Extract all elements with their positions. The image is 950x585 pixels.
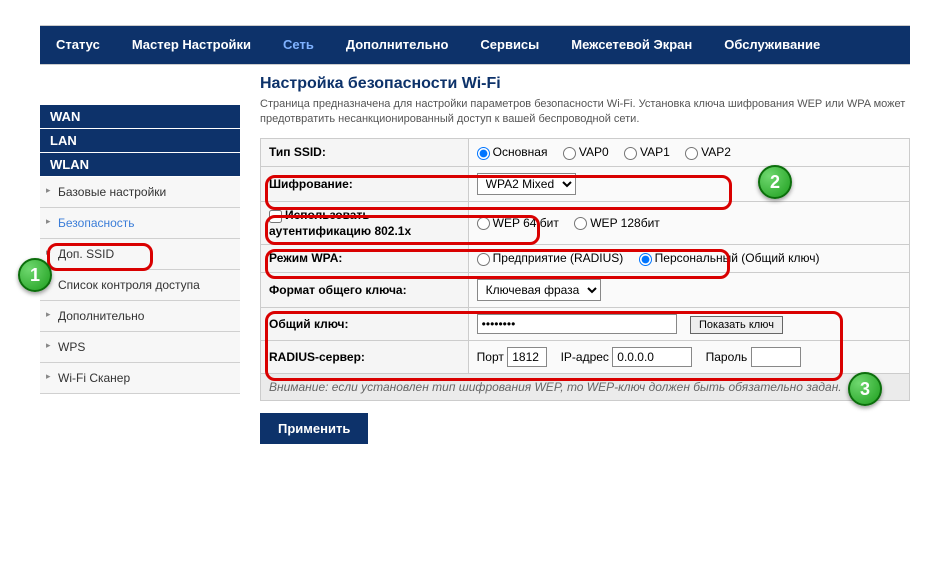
step-badge-1: 1 bbox=[18, 258, 52, 292]
wep-note: Внимание: если установлен тип шифрования… bbox=[261, 373, 910, 400]
psk-input[interactable] bbox=[477, 314, 677, 334]
radius-ip-label: IP-адрес bbox=[561, 350, 609, 364]
wpa-enterprise-radio[interactable] bbox=[477, 253, 490, 266]
wpa-personal-radio[interactable] bbox=[639, 253, 652, 266]
radius-pwd-input[interactable] bbox=[751, 347, 801, 367]
wep64-option[interactable]: WEP 64 бит bbox=[477, 216, 559, 230]
wpa-personal-option[interactable]: Персональный (Общий ключ) bbox=[639, 251, 820, 265]
step-badge-2: 2 bbox=[758, 165, 792, 199]
psk-format-label: Формат общего ключа: bbox=[261, 272, 469, 307]
sidebar-item-acl[interactable]: Список контроля доступа bbox=[40, 270, 240, 301]
psk-label: Общий ключ: bbox=[261, 307, 469, 340]
encryption-select[interactable]: WPA2 Mixed bbox=[477, 173, 576, 195]
sidebar-group-lan[interactable]: LAN bbox=[40, 129, 240, 153]
psk-format-select[interactable]: Ключевая фраза bbox=[477, 279, 601, 301]
radius-ip-input[interactable] bbox=[612, 347, 692, 367]
nav-firewall[interactable]: Межсетевой Экран bbox=[555, 25, 708, 65]
nav-status[interactable]: Статус bbox=[40, 25, 116, 65]
ssid-vap0-option[interactable]: VAP0 bbox=[563, 145, 609, 159]
main-content: Настройка безопасности Wi-Fi Страница пр… bbox=[260, 75, 910, 444]
step-badge-3: 3 bbox=[848, 372, 882, 406]
auth8021x-checkbox[interactable] bbox=[269, 210, 282, 223]
ssid-vap2-radio[interactable] bbox=[685, 147, 698, 160]
sidebar-item-adv[interactable]: Дополнительно bbox=[40, 301, 240, 332]
sidebar: WAN LAN WLAN Базовые настройки Безопасно… bbox=[40, 75, 240, 444]
wpa-mode-label: Режим WPA: bbox=[261, 244, 469, 272]
sidebar-group-wlan[interactable]: WLAN bbox=[40, 153, 240, 177]
ssid-vap1-radio[interactable] bbox=[624, 147, 637, 160]
sidebar-group-wan[interactable]: WAN bbox=[40, 105, 240, 129]
apply-button[interactable]: Применить bbox=[260, 413, 368, 444]
wep64-radio[interactable] bbox=[477, 217, 490, 230]
settings-table: Тип SSID: Основная VAP0 VAP1 VAP2 Шифров… bbox=[260, 138, 910, 401]
ssid-main-option[interactable]: Основная bbox=[477, 145, 548, 159]
nav-network[interactable]: Сеть bbox=[267, 25, 330, 65]
encryption-label: Шифрование: bbox=[261, 166, 469, 201]
nav-services[interactable]: Сервисы bbox=[464, 25, 555, 65]
ssid-vap1-option[interactable]: VAP1 bbox=[624, 145, 670, 159]
sidebar-item-addssid[interactable]: Доп. SSID bbox=[40, 239, 240, 270]
page-description: Страница предназначена для настройки пар… bbox=[260, 97, 910, 128]
radius-label: RADIUS-сервер: bbox=[261, 340, 469, 373]
nav-maintenance[interactable]: Обслуживание bbox=[708, 25, 836, 65]
radius-port-input[interactable] bbox=[507, 347, 547, 367]
sidebar-item-wps[interactable]: WPS bbox=[40, 332, 240, 363]
page-title: Настройка безопасности Wi-Fi bbox=[260, 75, 910, 93]
sidebar-item-security[interactable]: Безопасность bbox=[40, 208, 240, 239]
auth8021x-option[interactable]: Использовать аутентификацию 802.1x bbox=[269, 208, 411, 237]
ssid-vap2-option[interactable]: VAP2 bbox=[685, 145, 731, 159]
top-nav: Статус Мастер Настройки Сеть Дополнитель… bbox=[40, 25, 910, 65]
show-key-button[interactable]: Показать ключ bbox=[690, 316, 783, 334]
nav-wizard[interactable]: Мастер Настройки bbox=[116, 25, 267, 65]
radius-pwd-label: Пароль bbox=[706, 350, 748, 364]
ssid-type-label: Тип SSID: bbox=[261, 138, 469, 166]
wep128-option[interactable]: WEP 128бит bbox=[574, 216, 660, 230]
ssid-main-radio[interactable] bbox=[477, 147, 490, 160]
nav-advanced[interactable]: Дополнительно bbox=[330, 25, 465, 65]
wep128-radio[interactable] bbox=[574, 217, 587, 230]
sidebar-item-basic[interactable]: Базовые настройки bbox=[40, 177, 240, 208]
wpa-enterprise-option[interactable]: Предприятие (RADIUS) bbox=[477, 251, 624, 265]
ssid-vap0-radio[interactable] bbox=[563, 147, 576, 160]
sidebar-item-scanner[interactable]: Wi-Fi Сканер bbox=[40, 363, 240, 394]
radius-port-label: Порт bbox=[477, 350, 504, 364]
